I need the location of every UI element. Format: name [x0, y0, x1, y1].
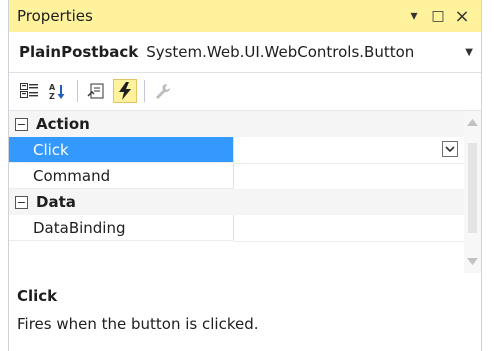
events-icon: [119, 82, 131, 100]
value-dropdown-button[interactable]: [442, 140, 458, 157]
scrollbar-thumb[interactable]: [468, 143, 477, 233]
alphabetical-icon: A Z: [49, 83, 65, 100]
chevron-down-icon[interactable]: ▼: [465, 47, 473, 58]
properties-icon: [87, 83, 104, 99]
events-button[interactable]: [113, 79, 137, 103]
property-value-field[interactable]: [234, 215, 464, 242]
description-title: Click: [17, 287, 58, 305]
toolbar: A Z: [9, 73, 481, 109]
category-row-data[interactable]: − Data: [9, 189, 464, 215]
collapse-icon[interactable]: −: [15, 195, 28, 209]
wrench-icon: [156, 84, 171, 99]
close-icon[interactable]: ×: [453, 6, 471, 27]
categorized-icon: [20, 83, 38, 98]
window-title: Properties: [17, 7, 93, 25]
vertical-scrollbar[interactable]: [464, 111, 481, 273]
scroll-down-icon: [467, 258, 478, 265]
property-value-field[interactable]: [234, 136, 464, 164]
svg-text:Z: Z: [49, 92, 55, 100]
property-row-command[interactable]: Command: [9, 163, 464, 190]
object-type: System.Web.UI.WebControls.Button: [146, 43, 415, 61]
description-text: Fires when the button is clicked.: [17, 315, 259, 333]
alphabetical-button[interactable]: A Z: [46, 79, 70, 103]
category-label: Action: [36, 115, 90, 133]
svg-text:A: A: [49, 83, 56, 92]
object-name: PlainPostback: [19, 43, 139, 61]
categorized-button[interactable]: [17, 79, 41, 103]
property-row-databinding[interactable]: DataBinding: [9, 215, 464, 242]
window-position-dropdown-icon[interactable]: ▾: [405, 7, 423, 25]
property-pages-button[interactable]: [151, 79, 175, 103]
title-bar[interactable]: Properties ▾ □ ×: [9, 0, 481, 32]
maximize-icon[interactable]: □: [429, 7, 447, 25]
property-name: DataBinding: [9, 215, 234, 241]
object-selector[interactable]: PlainPostback System.Web.UI.WebControls.…: [9, 32, 481, 73]
category-label: Data: [36, 193, 76, 211]
scroll-up-icon: [467, 119, 478, 126]
properties-window: Properties ▾ □ × PlainPostback System.We…: [8, 0, 482, 351]
category-row-action[interactable]: − Action: [9, 111, 464, 137]
toolbar-separator: [77, 80, 78, 102]
property-grid: − Action Click Command − Data DataBindin…: [9, 110, 481, 274]
property-name: Click: [9, 137, 234, 163]
property-value-field[interactable]: [234, 163, 464, 190]
property-name: Command: [9, 163, 234, 189]
properties-button[interactable]: [84, 79, 108, 103]
chevron-down-icon: [445, 145, 455, 152]
collapse-icon[interactable]: −: [15, 117, 28, 131]
toolbar-separator: [144, 80, 145, 102]
property-row-click[interactable]: Click: [9, 136, 464, 164]
description-panel: Click Fires when the button is clicked.: [9, 273, 481, 351]
